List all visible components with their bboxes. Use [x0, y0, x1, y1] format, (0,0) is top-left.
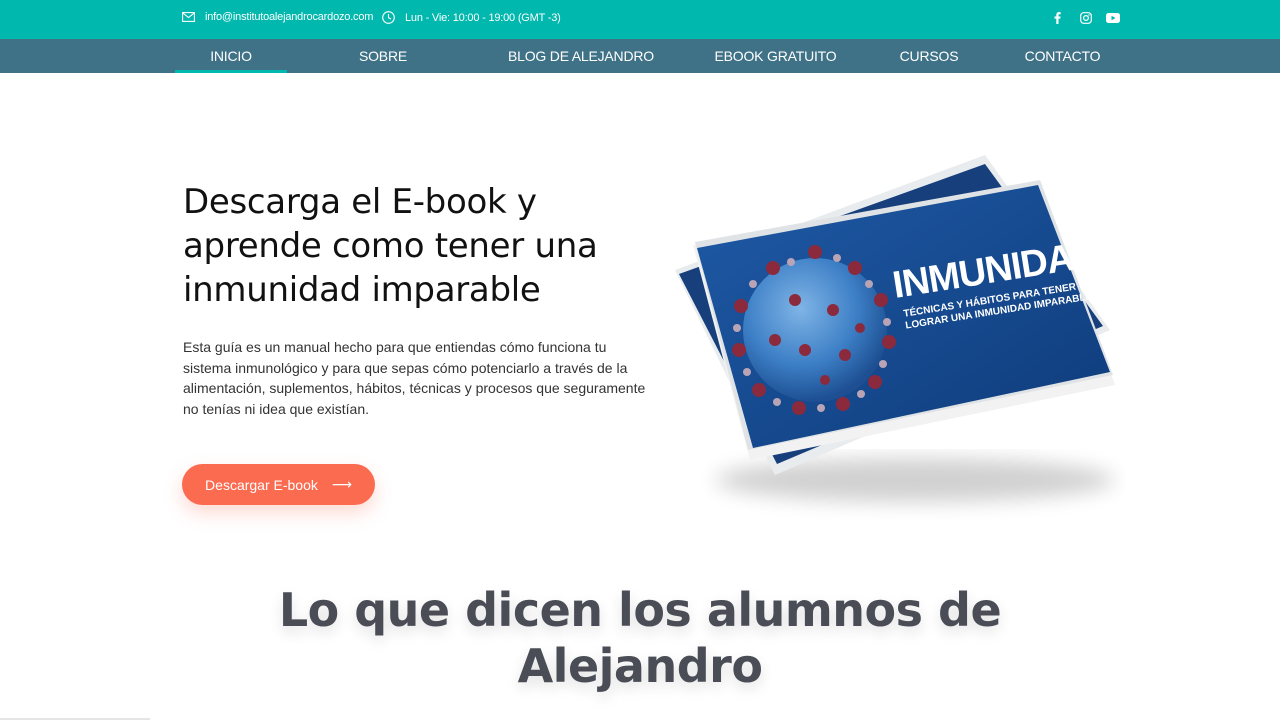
nav-item-blog[interactable]: Blog de Alejandro: [508, 39, 654, 73]
ebook-cover-image: INMUNIDAD TÉCNICAS Y HÁBITOS PARA TENER …: [675, 155, 1115, 502]
nav-item-contacto[interactable]: Contacto: [1020, 39, 1105, 73]
nav-item-ebook[interactable]: Ebook Gratuito: [714, 39, 837, 73]
envelope-icon: [182, 12, 195, 22]
arrow-right-icon: ⟶: [331, 476, 352, 492]
instagram-icon[interactable]: [1076, 9, 1096, 27]
clock-icon: [382, 11, 395, 24]
youtube-icon[interactable]: [1103, 9, 1123, 27]
hero-title: Descarga el E-book y aprende como tener …: [183, 182, 598, 310]
contact-hours: Lun - Vie: 10:00 - 19:00 (GMT -3): [382, 11, 561, 24]
hero-description: Esta guía es un manual hecho para que en…: [183, 339, 646, 417]
download-ebook-button[interactable]: Descargar E-book ⟶: [182, 464, 375, 505]
nav-item-cursos[interactable]: Cursos: [896, 39, 962, 73]
facebook-icon[interactable]: [1047, 9, 1067, 27]
email-text: info@institutoalejandrocardozo.com: [205, 11, 374, 23]
nav-item-sobre-alejandro[interactable]: Sobre Alejandro: [318, 39, 448, 98]
hours-text: Lun - Vie: 10:00 - 19:00 (GMT -3): [405, 11, 561, 24]
download-ebook-label: Descargar E-book: [205, 476, 318, 493]
testimonials-title: Lo que dicen los alumnos de Alejandro: [278, 583, 1002, 693]
contact-email[interactable]: info@institutoalejandrocardozo.com: [182, 11, 373, 23]
nav-item-inicio[interactable]: Inicio: [175, 39, 287, 73]
top-bar: info@institutoalejandrocardozo.com Lun -…: [0, 0, 1280, 39]
main-nav: Inicio Sobre Alejandro Blog de Alejandro…: [0, 39, 1280, 98]
